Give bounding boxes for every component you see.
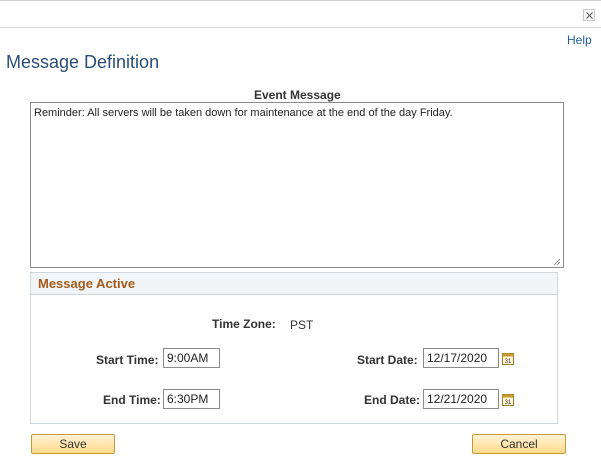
event-message-label: Event Message xyxy=(254,88,341,102)
close-button[interactable] xyxy=(583,9,595,21)
start-date-calendar-icon[interactable]: 31 xyxy=(502,352,514,365)
end-date-label: End Date: xyxy=(364,393,421,407)
message-active-title: Message Active xyxy=(38,276,136,291)
close-icon xyxy=(586,12,593,19)
end-time-label: End Time: xyxy=(103,393,161,407)
calendar-icon-text: 31 xyxy=(505,359,512,365)
time-zone-value: PST xyxy=(290,318,314,332)
page-title: Message Definition xyxy=(6,52,160,72)
event-message-textarea[interactable]: Reminder: All servers will be taken down… xyxy=(30,102,564,268)
time-zone-label: Time Zone: xyxy=(212,317,276,331)
start-date-input[interactable] xyxy=(423,348,499,368)
start-time-input[interactable] xyxy=(163,348,220,368)
message-active-header: Message Active xyxy=(31,273,557,295)
cancel-button[interactable]: Cancel xyxy=(472,434,566,454)
start-date-label: Start Date: xyxy=(357,353,418,367)
save-button[interactable]: Save xyxy=(31,434,115,454)
end-date-input[interactable] xyxy=(423,389,499,409)
window-title-bar xyxy=(0,0,601,28)
end-date-calendar-icon[interactable]: 31 xyxy=(502,393,514,406)
start-time-label: Start Time: xyxy=(96,353,159,367)
end-time-input[interactable] xyxy=(163,389,220,409)
calendar-icon-text: 31 xyxy=(505,400,512,406)
help-link[interactable]: Help xyxy=(567,33,592,47)
resize-grip-icon[interactable] xyxy=(551,256,561,266)
